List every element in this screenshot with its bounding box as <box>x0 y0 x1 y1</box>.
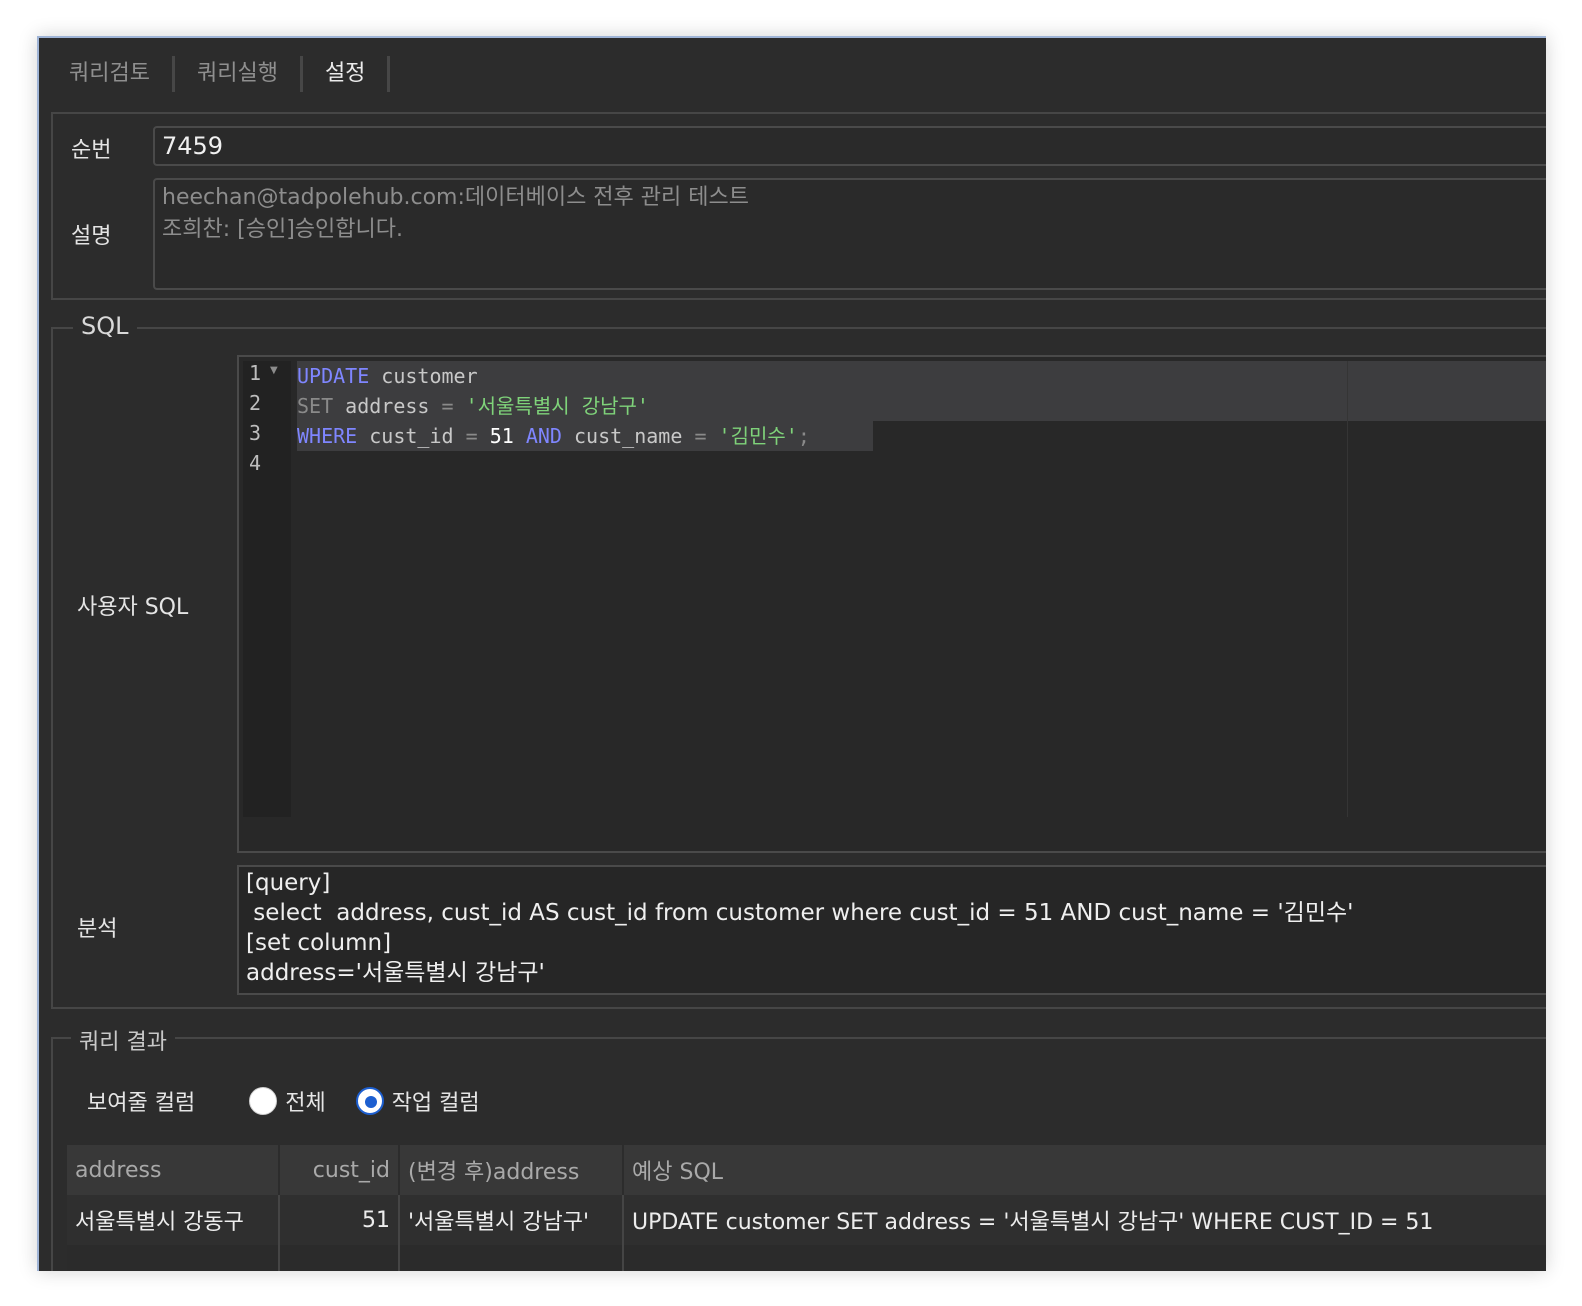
table-cell <box>399 1245 624 1271</box>
table-cell: 51 <box>279 1195 400 1245</box>
code-line: UPDATE customer <box>297 364 478 388</box>
radio-work-label: 작업 컬럼 <box>391 1091 480 1116</box>
sql-legend: SQL <box>73 312 137 340</box>
radio-work-circle[interactable] <box>355 1087 384 1115</box>
app-window: 쿼리검토 쿼리실행 설정 순번 7459 설명 heechan@tadpoleh… <box>37 36 1546 1271</box>
seq-field[interactable]: 7459 <box>153 126 1546 166</box>
line-number: 3 <box>249 421 262 445</box>
table-cell: UPDATE customer SET address = '서울특별시 강남구… <box>623 1195 1546 1245</box>
analysis-text: [query] select address, cust_id AS cust_… <box>237 865 1546 995</box>
radio-all-label: 전체 <box>285 1091 326 1116</box>
radio-work-columns[interactable]: 작업 컬럼 <box>355 1085 480 1117</box>
column-header[interactable]: address <box>67 1145 280 1195</box>
description-line: 조희찬: [승인]승인합니다. <box>162 217 403 242</box>
result-group: 쿼리 결과 보여줄 컬럼 전체 작업 컬럼 address cust_id (변… <box>51 1024 1546 1271</box>
code-line: SET address = '서울특별시 강남구' <box>297 394 649 418</box>
info-panel: 순번 7459 설명 heechan@tadpolehub.com:데이터베이스… <box>51 112 1546 300</box>
tab-query-review[interactable]: 쿼리검토 <box>57 56 175 92</box>
tab-bar: 쿼리검토 쿼리실행 설정 <box>57 54 400 94</box>
table-cell <box>279 1245 400 1271</box>
result-table: address cust_id (변경 후)address 예상 SQL 서울특… <box>67 1145 1546 1271</box>
line-number: 4 <box>249 451 262 475</box>
column-header[interactable]: cust_id <box>279 1145 400 1195</box>
user-sql-label: 사용자 SQL <box>77 595 189 620</box>
table-row[interactable]: 서울특별시 강동구 51 '서울특별시 강남구' UPDATE customer… <box>67 1195 1546 1245</box>
line-number: 2 <box>249 391 262 415</box>
desc-label: 설명 <box>71 224 112 249</box>
result-legend: 쿼리 결과 <box>71 1024 175 1056</box>
code-line: WHERE cust_id = 51 AND cust_name = '김민수'… <box>297 424 810 448</box>
table-header-row: address cust_id (변경 후)address 예상 SQL <box>67 1145 1546 1195</box>
line-number: 1 <box>249 361 262 385</box>
radio-all-circle[interactable] <box>249 1087 278 1115</box>
fold-arrow-icon[interactable]: ▼ <box>270 365 278 376</box>
radio-all[interactable]: 전체 <box>249 1085 326 1117</box>
table-cell <box>67 1245 280 1271</box>
table-row <box>67 1245 1546 1271</box>
seq-label: 순번 <box>71 138 112 163</box>
table-cell: '서울특별시 강남구' <box>399 1195 624 1245</box>
sql-group: SQL 사용자 SQL 1 ▼ 2 3 4 UPDATE customer SE… <box>51 312 1546 1009</box>
column-header[interactable]: 예상 SQL <box>623 1145 1546 1195</box>
tab-settings[interactable]: 설정 <box>313 56 391 92</box>
column-filter: 보여줄 컬럼 전체 작업 컬럼 <box>87 1081 480 1121</box>
print-margin <box>1347 361 1348 817</box>
sql-editor[interactable]: 1 ▼ 2 3 4 UPDATE customer SET address = … <box>237 355 1546 853</box>
tab-query-run[interactable]: 쿼리실행 <box>185 56 303 92</box>
table-cell <box>623 1245 1546 1271</box>
column-header[interactable]: (변경 후)address <box>399 1145 624 1195</box>
description-line: heechan@tadpolehub.com:데이터베이스 전후 관리 테스트 <box>162 185 749 210</box>
description-field[interactable]: heechan@tadpolehub.com:데이터베이스 전후 관리 테스트 … <box>153 178 1546 290</box>
table-cell: 서울특별시 강동구 <box>67 1195 280 1245</box>
show-columns-label: 보여줄 컬럼 <box>87 1091 196 1116</box>
analysis-label: 분석 <box>77 917 118 942</box>
